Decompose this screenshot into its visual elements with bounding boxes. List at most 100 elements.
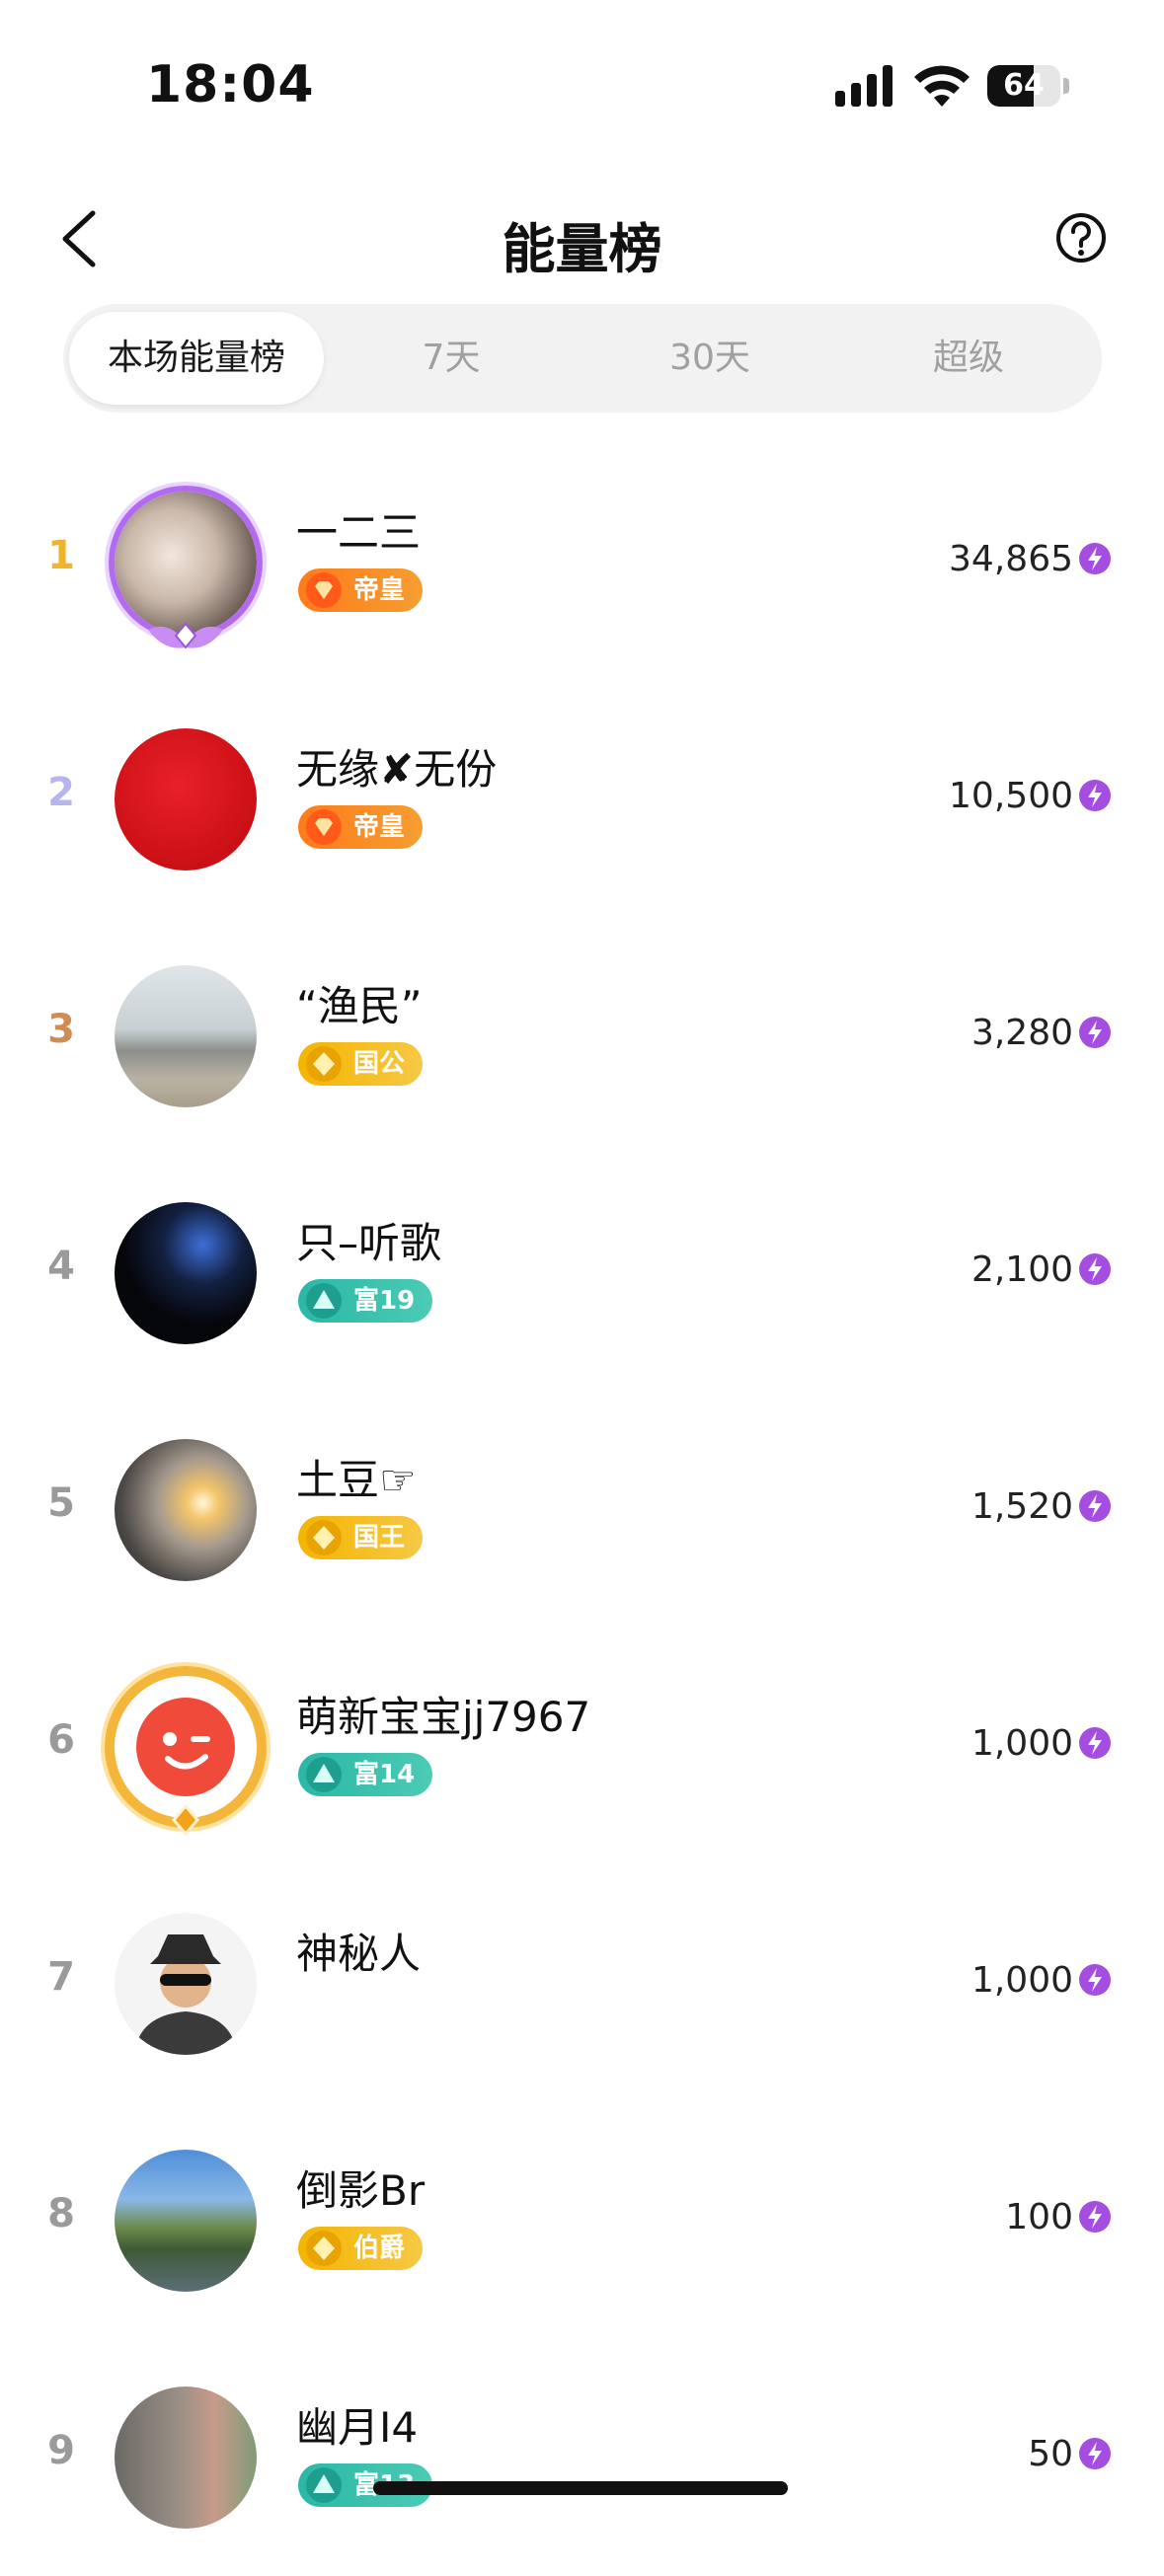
list-item[interactable]: 3 “渔民” 国公 3,280: [0, 918, 1164, 1155]
energy-score: 2,100: [970, 1250, 1073, 1290]
avatar-image: [115, 728, 257, 871]
username: 幽月I4: [296, 2403, 419, 2452]
username: 神秘人: [296, 1930, 422, 1978]
gem-badge-icon: [306, 1520, 342, 1555]
energy-score: 1,520: [970, 1486, 1073, 1527]
frame-crest-icon: [172, 1803, 199, 1836]
avatar[interactable]: [105, 1666, 267, 1836]
rank-number: 1: [47, 533, 75, 578]
rank-number: 4: [47, 1244, 75, 1289]
energy-score: 1,000: [970, 1723, 1073, 1764]
diamond-badge-icon: [306, 809, 342, 845]
gem-badge-icon: [306, 1046, 342, 1082]
battery-body: 64: [987, 65, 1060, 107]
gem-badge-icon: [306, 2231, 342, 2266]
energy-score: 1,000: [970, 1960, 1073, 2001]
badge-label: 富14: [353, 1760, 416, 1789]
cellular-signal-icon: [835, 65, 892, 107]
username: 土豆☞: [296, 1456, 417, 1504]
tab-30-days[interactable]: 30天: [582, 312, 837, 405]
energy-bolt-icon: [1079, 1253, 1111, 1285]
energy-score: 100: [1005, 2197, 1073, 2237]
list-item[interactable]: 6 萌新宝宝jj7967 富14 1,000: [0, 1629, 1164, 1865]
rank-number: 2: [47, 770, 75, 815]
anonymous-user-icon: [134, 1934, 237, 2055]
rank-number: 8: [47, 2191, 75, 2236]
energy-score: 3,280: [970, 1013, 1073, 1053]
avatar-image: [115, 1202, 257, 1344]
energy-bolt-icon: [1079, 1017, 1111, 1048]
energy-bolt-icon: [1079, 1964, 1111, 1996]
frame-crest-icon: [148, 622, 223, 649]
list-item[interactable]: 4 只–听歌 富19 2,100: [0, 1155, 1164, 1392]
wealth-badge-icon: [306, 1757, 342, 1792]
help-icon[interactable]: [1054, 211, 1108, 265]
level-badge: 国公: [298, 1042, 424, 1086]
rank-number: 6: [47, 1717, 75, 1763]
badge-label: 帝皇: [353, 812, 406, 842]
avatar-image: [115, 2150, 257, 2292]
wealth-badge-icon: [306, 1283, 342, 1319]
home-indicator[interactable]: [373, 2481, 788, 2495]
rank-number: 7: [47, 1954, 75, 2000]
energy-score: 50: [1028, 2434, 1073, 2474]
page-title: 能量榜: [502, 218, 662, 280]
period-tabs: 本场能量榜 7天 30天 超级: [63, 304, 1102, 413]
list-item[interactable]: 2 无缘✘无份 帝皇 10,500: [0, 681, 1164, 918]
tab-super[interactable]: 超级: [841, 312, 1096, 405]
energy-bolt-icon: [1079, 2201, 1111, 2233]
avatar-image: [115, 1913, 257, 2055]
level-badge: 帝皇: [298, 805, 424, 849]
rank-number: 3: [47, 1007, 75, 1052]
wealth-badge-icon: [306, 2467, 342, 2503]
avatar[interactable]: [115, 1439, 257, 1581]
badge-label: 国王: [353, 1523, 406, 1553]
username: 一二三: [296, 508, 422, 557]
status-time: 18:04: [146, 55, 315, 114]
status-bar: 18:04 64: [0, 0, 1164, 148]
level-badge: 国王: [298, 1516, 424, 1559]
username: 只–听歌: [296, 1219, 442, 1267]
username: 萌新宝宝jj7967: [296, 1693, 591, 1741]
badge-label: 国公: [353, 1049, 406, 1079]
badge-label: 伯爵: [353, 2234, 406, 2263]
list-item[interactable]: 9 幽月I4 富13 50: [0, 2339, 1164, 2576]
energy-bolt-icon: [1079, 1727, 1111, 1759]
battery-icon: 64: [987, 65, 1070, 107]
badge-label: 富19: [353, 1286, 416, 1316]
avatar-image: [115, 2387, 257, 2529]
level-badge: 富19: [298, 1279, 433, 1323]
tab-session[interactable]: 本场能量榜: [69, 312, 324, 405]
avatar[interactable]: [115, 2387, 257, 2529]
avatar-image: [115, 965, 257, 1107]
wifi-icon: [914, 65, 970, 107]
energy-bolt-icon: [1079, 2438, 1111, 2469]
level-badge: 伯爵: [298, 2227, 424, 2270]
avatar[interactable]: [115, 2150, 257, 2292]
avatar-image: [115, 1439, 257, 1581]
tab-7-days[interactable]: 7天: [324, 312, 579, 405]
energy-score: 34,865: [949, 539, 1073, 579]
avatar[interactable]: [115, 965, 257, 1107]
level-badge: 帝皇: [298, 568, 424, 612]
rank-number: 5: [47, 1480, 75, 1526]
list-item[interactable]: 8 倒影Br 伯爵 100: [0, 2102, 1164, 2339]
username: “渔民”: [296, 982, 423, 1030]
list-item[interactable]: 5 土豆☞ 国王 1,520: [0, 1392, 1164, 1629]
battery-percent: 64: [1003, 68, 1045, 103]
energy-score: 10,500: [949, 776, 1073, 816]
level-badge: 富14: [298, 1753, 433, 1796]
diamond-badge-icon: [306, 572, 342, 608]
list-item[interactable]: 7 神秘人 1,000: [0, 1865, 1164, 2102]
rank-number: 9: [47, 2428, 75, 2473]
avatar[interactable]: [115, 1202, 257, 1344]
list-item[interactable]: 1 一二三 帝皇 34,865: [0, 444, 1164, 681]
avatar[interactable]: [109, 486, 263, 649]
energy-bolt-icon: [1079, 780, 1111, 811]
avatar[interactable]: [115, 1913, 257, 2055]
avatar[interactable]: [115, 728, 257, 871]
energy-bolt-icon: [1079, 543, 1111, 574]
energy-bolt-icon: [1079, 1490, 1111, 1522]
username: 无缘✘无份: [296, 745, 498, 794]
battery-tip: [1063, 78, 1069, 94]
